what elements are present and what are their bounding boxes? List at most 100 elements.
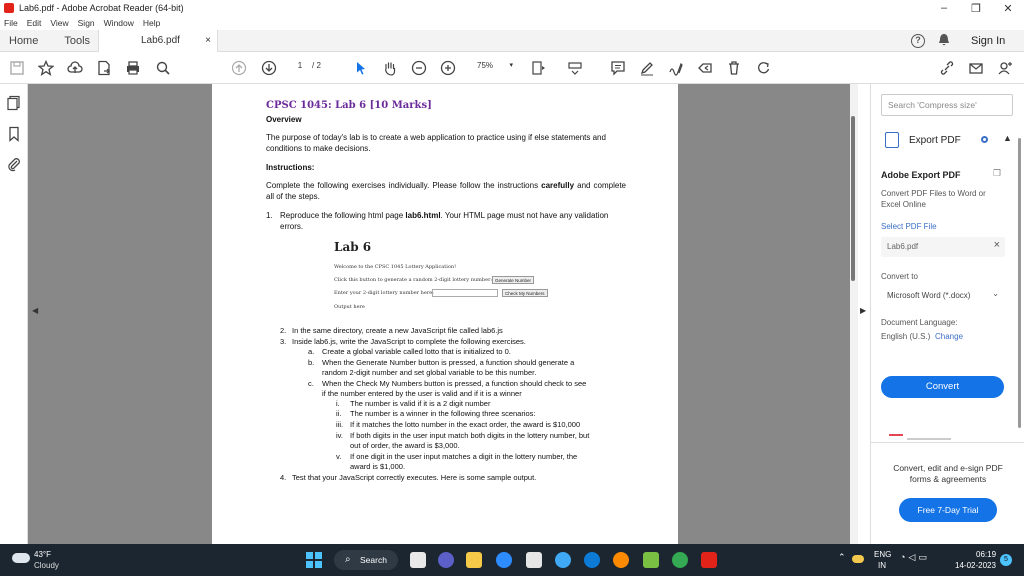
sample-generate-button: Generate Number <box>492 276 535 284</box>
chrome-icon[interactable] <box>672 552 688 568</box>
pdf-list-item: 3. Inside lab6.js, write the JavaScript t… <box>280 337 526 347</box>
sample-click-text: Click this button to generate a random 2… <box>334 277 493 283</box>
task-view-icon[interactable] <box>410 552 426 568</box>
status-dot-icon <box>981 136 988 143</box>
tools-search-input[interactable]: Search 'Compress size' <box>881 94 1013 116</box>
clock-date[interactable]: 14-02-2023 <box>955 561 996 570</box>
panel-scrollbar[interactable] <box>1018 138 1021 428</box>
chevron-up-icon[interactable]: ⌃ <box>838 552 846 563</box>
zoom-app-icon[interactable] <box>496 552 512 568</box>
input-language[interactable]: ENG <box>874 550 891 559</box>
select-cursor-icon[interactable] <box>352 59 370 77</box>
menu-sign[interactable]: Sign <box>78 18 95 28</box>
select-file-label[interactable]: Select PDF File <box>881 222 937 231</box>
tray-weather-icon[interactable] <box>852 555 864 563</box>
collapse-left-panel-icon[interactable]: ◀ <box>32 306 38 315</box>
free-trial-button[interactable]: Free 7-Day Trial <box>899 498 997 522</box>
restore-button[interactable]: ❐ <box>960 0 992 16</box>
bell-icon[interactable] <box>938 33 950 50</box>
page-fit-icon[interactable] <box>530 59 548 77</box>
store-icon[interactable] <box>526 552 542 568</box>
page-thumbnails-icon[interactable] <box>6 95 22 111</box>
export-pdf-tool[interactable]: Export PDF ▲ <box>885 132 1012 150</box>
input-region[interactable]: IN <box>878 561 886 570</box>
convert-button[interactable]: Convert <box>881 376 1004 398</box>
search-icon[interactable] <box>154 59 172 77</box>
taskbar-search[interactable]: ⌕ Search <box>334 550 398 570</box>
menu-window[interactable]: Window <box>104 18 134 28</box>
save-icon[interactable] <box>8 59 26 77</box>
file-explorer-icon[interactable] <box>466 552 482 568</box>
document-view[interactable]: ◀ CPSC 1045: Lab 6 [10 Marks] Overview T… <box>28 84 850 544</box>
bookmark-star-icon[interactable] <box>37 59 55 77</box>
close-window-button[interactable]: ✕ <box>992 0 1024 16</box>
sub-item-text: When the Check My Numbers button is pres… <box>322 379 587 388</box>
scrollbar-thumb[interactable] <box>851 116 855 281</box>
share-file-icon[interactable] <box>95 59 113 77</box>
selected-file-field[interactable]: Lab6.pdf × <box>881 237 1005 257</box>
zoom-level-select[interactable]: 75% ▾ <box>465 61 517 75</box>
chevron-up-icon[interactable]: ▲ <box>1003 133 1012 143</box>
edge-browser-icon[interactable] <box>584 552 600 568</box>
page-total: / 2 <box>312 61 321 70</box>
clock-time[interactable]: 06:19 <box>976 550 996 559</box>
help-icon[interactable]: ? <box>911 34 925 48</box>
change-language-link[interactable]: Change <box>935 332 963 341</box>
attachments-icon[interactable] <box>6 156 22 172</box>
menu-help[interactable]: Help <box>143 18 160 28</box>
wifi-volume-battery-icons[interactable]: ◔◁▭ <box>900 552 930 563</box>
collapse-right-panel-icon[interactable]: ▶ <box>860 306 866 315</box>
tab-document[interactable]: Lab6.pdf × <box>98 30 218 52</box>
document-scrollbar[interactable] <box>850 84 858 544</box>
notepad-icon[interactable] <box>643 552 659 568</box>
partial-tool-icon <box>889 434 903 440</box>
delete-icon[interactable] <box>725 59 743 77</box>
tab-home[interactable]: Home <box>0 30 47 52</box>
notification-badge[interactable]: 5 <box>1000 554 1012 566</box>
email-icon[interactable] <box>967 59 985 77</box>
zoom-in-icon[interactable] <box>439 59 457 77</box>
menu-view[interactable]: View <box>50 18 68 28</box>
weather-temperature[interactable]: 43°F <box>34 550 51 559</box>
zoom-out-icon[interactable] <box>410 59 428 77</box>
highlight-pen-icon[interactable] <box>638 59 656 77</box>
minimize-button[interactable]: – <box>928 0 960 16</box>
menu-file[interactable]: File <box>4 18 18 28</box>
close-tab-icon[interactable]: × <box>205 30 211 52</box>
scroll-mode-icon[interactable] <box>566 59 584 77</box>
teams-chat-icon[interactable] <box>438 552 454 568</box>
draw-sign-icon[interactable] <box>667 59 685 77</box>
sign-in-button[interactable]: Sign In <box>971 30 1005 52</box>
chrome-canary-icon[interactable] <box>613 552 629 568</box>
sub-item-number: b. <box>308 358 315 367</box>
acrobat-taskbar-icon[interactable] <box>701 552 717 568</box>
print-icon[interactable] <box>124 59 142 77</box>
cloud-icon[interactable] <box>12 553 30 563</box>
settings-gear-icon[interactable] <box>555 552 571 568</box>
format-select[interactable]: Microsoft Word (*.docx) ⌄ <box>881 286 1005 306</box>
share-user-icon[interactable] <box>996 59 1014 77</box>
pdf-instructions-heading: Instructions: <box>266 163 315 172</box>
bookmarks-icon[interactable] <box>6 126 22 142</box>
item-text: In the same directory, create a new Java… <box>292 326 503 335</box>
weather-condition[interactable]: Cloudy <box>34 561 59 570</box>
upload-cloud-icon[interactable] <box>66 59 84 77</box>
tab-tools[interactable]: Tools <box>55 30 99 52</box>
comment-icon[interactable] <box>609 59 627 77</box>
remove-file-icon[interactable]: × <box>994 239 1000 251</box>
previous-page-icon[interactable] <box>230 59 248 77</box>
pdf-overview-heading: Overview <box>266 115 302 124</box>
fill-sign-icon[interactable] <box>696 59 714 77</box>
copy-icon[interactable]: ❐ <box>993 168 1001 179</box>
menu-edit[interactable]: Edit <box>27 18 42 28</box>
windows-start-icon[interactable] <box>306 552 322 568</box>
hand-tool-icon[interactable] <box>381 59 399 77</box>
export-pdf-label: Export PDF <box>909 135 961 146</box>
taskbar: 43°F Cloudy ⌕ Search ⌃ ENG IN ◔◁▭ 06:19 … <box>0 544 1024 576</box>
next-page-icon[interactable] <box>260 59 278 77</box>
rotate-icon[interactable] <box>755 59 773 77</box>
page-number-input[interactable]: 1 <box>288 61 312 75</box>
zoom-level: 75% <box>477 61 494 70</box>
window-title: Lab6.pdf - Adobe Acrobat Reader (64-bit) <box>19 3 184 13</box>
link-edit-icon[interactable] <box>938 59 956 77</box>
